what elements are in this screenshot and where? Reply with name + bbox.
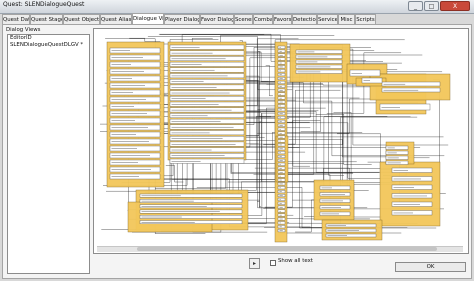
topic-node[interactable]	[277, 80, 286, 84]
title-bar: Quest: SLENDialogueQuest _ □ X	[0, 0, 474, 14]
tab-scenes[interactable]: Scenes	[234, 14, 253, 24]
tab-favors[interactable]: Favors	[273, 14, 292, 24]
topic-node[interactable]	[379, 103, 431, 111]
tab-misc[interactable]: Misc	[338, 14, 355, 24]
play-icon[interactable]: ▸	[249, 258, 260, 269]
topic-node[interactable]	[277, 57, 286, 61]
topic-link	[258, 50, 262, 208]
dialog-views-list[interactable]: EditorID SLENDialogueQuestDLGV *	[7, 34, 90, 274]
topic-node[interactable]	[277, 209, 286, 213]
dialogue-graph-canvas[interactable]	[100, 30, 458, 248]
maximize-button[interactable]: □	[424, 1, 439, 11]
tab-service[interactable]: Service	[317, 14, 338, 24]
topic-node[interactable]	[277, 69, 286, 73]
tab-detection[interactable]: Detection	[292, 14, 317, 24]
topic-node[interactable]	[277, 162, 286, 166]
topic-node[interactable]	[277, 104, 286, 108]
quest-window: Quest: SLENDialogueQuest _ □ X Quest Dat…	[0, 0, 474, 281]
close-button[interactable]: X	[440, 1, 470, 11]
tab-quest-stages[interactable]: Quest Stages	[30, 14, 63, 24]
tab-dialogue-views[interactable]: Dialogue Views	[132, 13, 164, 24]
topic-node[interactable]	[277, 45, 286, 49]
topic-link	[333, 112, 369, 191]
tab-quest-aliases[interactable]: Quest Aliases	[100, 14, 132, 24]
tab-combat[interactable]: Combat	[253, 14, 273, 24]
topic-node[interactable]	[277, 197, 286, 201]
topic-link	[250, 89, 341, 145]
bottom-bar: ▸ Show all text OK	[93, 255, 469, 275]
list-header[interactable]: EditorID	[8, 35, 89, 42]
topic-link	[288, 139, 396, 183]
topic-node[interactable]	[277, 221, 286, 225]
topic-node[interactable]	[277, 151, 286, 155]
topic-node[interactable]	[277, 127, 286, 131]
tab-player-dialogue[interactable]: Player Dialogue	[164, 14, 200, 24]
list-item[interactable]: SLENDialogueQuestDLGV *	[8, 42, 89, 49]
scrollbar-thumb[interactable]	[137, 247, 437, 251]
dialog-views-label: Dialog Views	[6, 27, 41, 33]
topic-node[interactable]	[277, 174, 286, 178]
topic-node[interactable]	[277, 115, 286, 119]
topic-node[interactable]	[349, 69, 381, 77]
show-all-text-checkbox[interactable]	[270, 260, 276, 266]
show-all-text-label: Show all text	[278, 258, 313, 264]
horizontal-scrollbar[interactable]	[97, 246, 463, 252]
topic-node[interactable]	[277, 139, 286, 143]
topic-node[interactable]	[277, 186, 286, 190]
tab-quest-data[interactable]: Quest Data	[2, 14, 30, 24]
tab-scripts[interactable]: Scripts	[355, 14, 376, 24]
tab-favor-dialogue[interactable]: Favor Dialogue	[200, 14, 234, 24]
window-title: Quest: SLENDialogueQuest	[3, 1, 85, 8]
topic-node[interactable]	[277, 92, 286, 96]
ok-button[interactable]: OK	[395, 262, 466, 272]
minimize-button[interactable]: _	[408, 1, 423, 11]
topic-link	[265, 65, 273, 97]
tab-quest-objectives[interactable]: Quest Objectives	[63, 14, 100, 24]
